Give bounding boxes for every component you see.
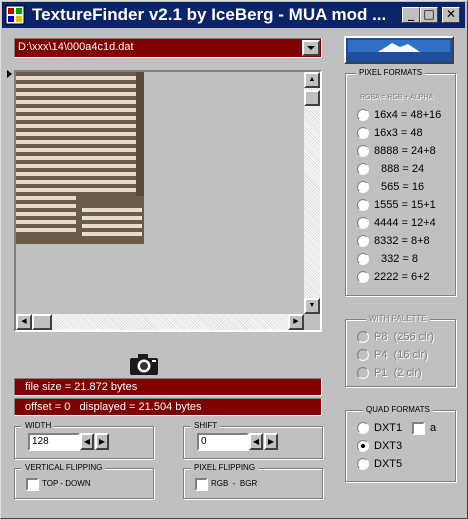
quad-format-list: DXT1 DXT3 DXT5 — [357, 421, 452, 475]
scroll-down-button[interactable]: ▼ — [304, 298, 320, 314]
with-palette-label: WITH PALETTE — [366, 314, 430, 323]
radio-button[interactable] — [357, 199, 369, 211]
title-bar[interactable]: TextureFinder v2.1 by IceBerg - MUA mod … — [2, 2, 465, 28]
camera-button[interactable] — [128, 351, 160, 377]
pixel-flipping-label: PIXEL FLIPPING — [191, 463, 259, 472]
shift-decrease-button[interactable]: ◀ — [249, 433, 263, 450]
scroll-left-button[interactable]: ◀ — [16, 314, 32, 330]
width-increase-button[interactable]: ▶ — [95, 433, 109, 450]
pixel-formats-label: PIXEL FORMATS — [356, 68, 426, 77]
vertical-flipping-label: VERTICAL FLIPPING — [22, 463, 106, 472]
radio-button — [357, 349, 369, 361]
palette-list: P8 (256 clr) P4 (16 clr) P1 (2 clr) — [357, 330, 452, 384]
shift-label: SHIFT — [191, 421, 221, 430]
horizontal-scrollbar[interactable]: ◀ ▶ — [16, 314, 304, 330]
app-icon — [5, 5, 25, 25]
radio-button — [357, 331, 369, 343]
radio-button[interactable] — [357, 422, 369, 434]
maximize-button[interactable]: □ — [420, 7, 438, 23]
window-title: TextureFinder v2.1 by IceBerg - MUA mod … — [32, 5, 387, 24]
width-label: WIDTH — [22, 421, 55, 430]
radio-button[interactable] — [357, 127, 369, 139]
hscroll-thumb[interactable] — [32, 314, 52, 330]
radio-button[interactable] — [357, 235, 369, 247]
radio-button — [357, 367, 369, 379]
radio-button[interactable] — [357, 163, 369, 175]
texture-image — [16, 72, 144, 244]
shift-input[interactable]: 0 — [197, 433, 249, 451]
texture-preview[interactable]: ▲ ▼ ◀ ▶ — [14, 70, 322, 332]
logo-iceberg-button[interactable] — [344, 36, 454, 64]
radio-button[interactable] — [357, 109, 369, 121]
shift-increase-button[interactable]: ▶ — [264, 433, 278, 450]
radio-button-selected[interactable] — [357, 440, 369, 452]
vertical-scrollbar[interactable]: ▲ ▼ — [304, 72, 320, 314]
file-path-value: D:\xxx\14\000a4c1d.dat — [18, 41, 134, 53]
file-size-info: file size = 21.872 bytes — [14, 378, 322, 396]
radio-button[interactable] — [357, 145, 369, 157]
file-path-select[interactable]: D:\xxx\14\000a4c1d.dat — [14, 38, 322, 58]
scroll-right-button[interactable]: ▶ — [288, 314, 304, 330]
top-down-checkbox[interactable] — [26, 478, 39, 491]
logo-iceberg-icon — [348, 40, 450, 60]
radio-button[interactable] — [357, 458, 369, 470]
scroll-thumb[interactable] — [304, 90, 320, 106]
rgba-sublabel: RGBA = RGB + ALPHA — [360, 94, 434, 101]
scroll-up-button[interactable]: ▲ — [304, 72, 320, 88]
quad-formats-label: QUAD FORMATS — [363, 405, 433, 414]
top-down-label: TOP - DOWN — [42, 479, 91, 488]
dxt1-alpha-checkbox[interactable] — [412, 422, 425, 435]
dxt1-alpha-label: a — [430, 422, 437, 434]
radio-button[interactable] — [357, 181, 369, 193]
close-button[interactable]: ✕ — [442, 7, 460, 23]
minimize-button[interactable]: _ — [402, 7, 420, 23]
offset-info: offset = 0 displayed = 21.504 bytes — [14, 398, 322, 416]
pixel-format-list: 16x4 = 48+16 16x3 = 48 8888 = 24+8 888 =… — [357, 108, 452, 288]
width-decrease-button[interactable]: ◀ — [80, 433, 94, 450]
row-marker-icon — [7, 70, 12, 78]
dropdown-arrow-icon[interactable] — [302, 40, 320, 56]
radio-button[interactable] — [357, 253, 369, 265]
rgb-bgr-checkbox[interactable] — [195, 478, 208, 491]
width-input[interactable]: 128 — [28, 433, 80, 451]
rgb-bgr-label: RGB - BGR — [211, 479, 258, 488]
radio-button[interactable] — [357, 217, 369, 229]
camera-icon — [130, 354, 158, 375]
radio-button[interactable] — [357, 271, 369, 283]
